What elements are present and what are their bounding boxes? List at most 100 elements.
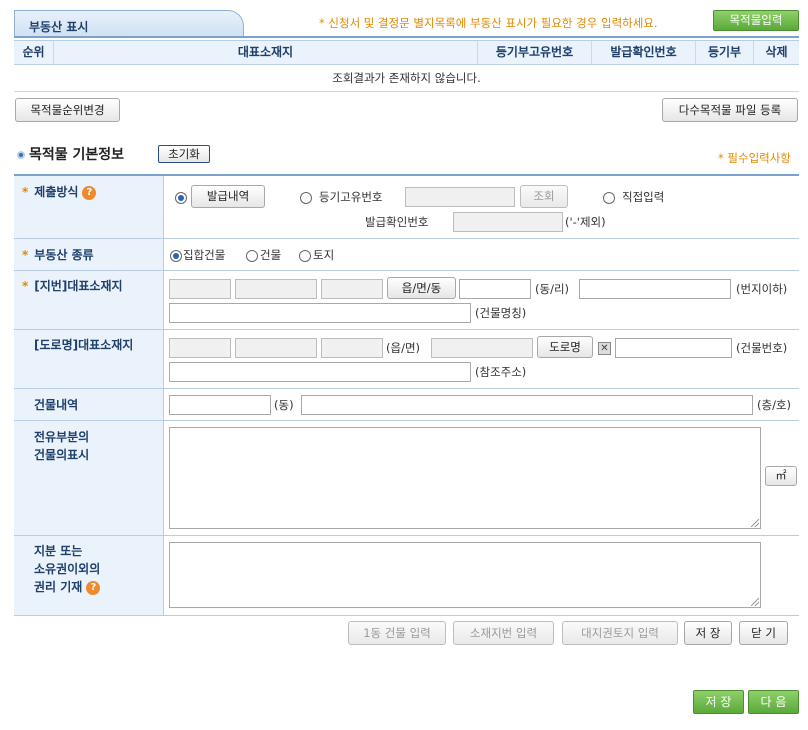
dong-ri-input[interactable] (459, 279, 531, 299)
required-note: * 필수입력사항 (718, 151, 791, 165)
issue-confirm-input[interactable] (453, 212, 563, 232)
eup-myeon-dong-button[interactable]: 읍/면/동 (387, 277, 456, 299)
label-cell: * 부동산 종류 (14, 239, 164, 270)
dong-ri-label: (동/리) (535, 282, 570, 296)
share-rights-label-line1: 지분 또는 (34, 544, 83, 558)
next-button[interactable]: 다 음 (748, 690, 799, 714)
radio-direct-input[interactable] (603, 192, 615, 204)
tab-bar: 부동산 표시 * 신청서 및 결정문 별지목록에 부동산 표시가 필요한 경우 … (14, 8, 799, 38)
issue-history-button[interactable]: 발급내역 (191, 185, 265, 208)
submit-method-label: 제출방식 (34, 185, 79, 199)
road-sido-input[interactable] (169, 338, 231, 358)
notice-text: * 신청서 및 결정문 별지목록에 부동산 표시가 필요한 경우 입력하세요. (319, 16, 658, 30)
row-lot-address: * [지번]대표소재지 읍/면/동 (동/리) (번지이하) (건물명칭) (14, 271, 799, 330)
lot-below-label: (번지이하) (736, 282, 788, 296)
multi-file-upload-button[interactable]: 다수목적물 파일 등록 (662, 98, 798, 122)
road-eup-input[interactable] (321, 338, 383, 358)
lot-number-input[interactable] (579, 279, 731, 299)
resize-grip-icon[interactable] (751, 519, 759, 527)
eup-input[interactable] (321, 279, 383, 299)
road-name-input[interactable] (431, 338, 533, 358)
order-change-button[interactable]: 목적물순위변경 (15, 98, 120, 122)
add-target-button[interactable]: 목적물입력 (713, 10, 799, 31)
target-form: * 제출방식? 발급내역 등기고유번호 조회 직접입력 발급확인번호 ('-'제외… (14, 174, 799, 616)
table-empty-row: 조회결과가 존재하지 않습니다. (14, 65, 799, 92)
building-name-input[interactable] (169, 303, 471, 323)
registry-no-label: 등기고유번호 (319, 190, 383, 204)
share-rights-label-line2: 소유권이외의 (34, 562, 101, 576)
share-rights-label-line3: 권리 기재 (34, 580, 83, 594)
sigungu-input[interactable] (235, 279, 317, 299)
col-delete: 삭제 (765, 45, 788, 59)
reference-address-label: (참조주소) (475, 365, 527, 379)
label-cell: 건물내역 (14, 389, 164, 420)
exclusive-part-label-line1: 전유부분의 (34, 430, 90, 444)
radio-building[interactable] (246, 250, 258, 262)
share-rights-textarea[interactable] (169, 542, 761, 608)
col-address: 대표소재지 (54, 41, 478, 64)
col-issue-no: 발급확인번호 (592, 41, 696, 64)
close-button[interactable]: 닫 기 (739, 621, 788, 645)
dong-input[interactable] (169, 395, 271, 415)
row-exclusive-part: 전유부분의 건물의표시 ㎡ (14, 421, 799, 536)
lot-address-label: [지번]대표소재지 (34, 279, 123, 293)
building-label: 건물 (260, 248, 282, 262)
floor-ho-label: (층/호) (757, 398, 792, 412)
label-cell: [도로명]대표소재지 (14, 330, 164, 388)
reset-button[interactable]: 초기화 (158, 145, 210, 163)
row-road-address: [도로명]대표소재지 (읍/면) 도로명 ✕ (건물번호) (참조주소) (14, 330, 799, 389)
exclusive-part-textarea[interactable] (169, 427, 761, 529)
building-number-input[interactable] (615, 338, 732, 358)
tab-underline (14, 36, 799, 38)
dong-label: (동) (274, 398, 294, 412)
help-icon[interactable]: ? (86, 580, 101, 595)
road-sigungu-input[interactable] (235, 338, 317, 358)
road-name-button[interactable]: 도로명 (537, 336, 593, 358)
radio-land[interactable] (299, 250, 311, 262)
eup-myeon-label: (읍/면) (386, 341, 421, 355)
issue-confirm-hint: ('-'제외) (565, 215, 606, 229)
building-detail-label: 건물내역 (34, 398, 79, 412)
tab-label: 부동산 표시 (29, 20, 89, 34)
row-property-type: * 부동산 종류 집합건물 건물 토지 (14, 239, 799, 271)
sido-input[interactable] (169, 279, 231, 299)
area-unit-button[interactable]: ㎡ (765, 466, 797, 486)
lookup-button[interactable]: 조회 (520, 185, 568, 208)
save-small-button[interactable]: 저 장 (684, 621, 732, 645)
col-registry: 등기부 (696, 41, 754, 64)
floor-ho-input[interactable] (301, 395, 753, 415)
land-label: 토지 (313, 248, 335, 262)
label-cell: 지분 또는 소유권이외의 권리 기재? (14, 536, 164, 615)
tab-property-display[interactable]: 부동산 표시 (14, 10, 244, 37)
label-cell: * 제출방식? (14, 176, 164, 238)
resize-grip-icon[interactable] (751, 598, 759, 606)
col-rank: 순위 (14, 41, 54, 64)
section-title-text: 목적물 기본정보 (29, 147, 125, 163)
lot-input-button[interactable]: 소재지번 입력 (453, 621, 554, 645)
land-right-button[interactable]: 대지권토지 입력 (562, 621, 678, 645)
row-building-detail: 건물내역 (동) (층/호) (14, 389, 799, 421)
help-icon[interactable]: ? (82, 185, 97, 200)
issue-confirm-label: 발급확인번호 (365, 215, 429, 229)
reference-address-input[interactable] (169, 362, 471, 382)
save-button[interactable]: 저 장 (693, 690, 744, 714)
section-title: 목적물 기본정보 (17, 144, 124, 164)
collective-building-label: 집합건물 (183, 248, 226, 262)
bullet-icon (17, 151, 25, 159)
label-cell: 전유부분의 건물의표시 (14, 421, 164, 535)
radio-collective-building[interactable] (170, 250, 182, 262)
registry-no-input[interactable] (405, 187, 515, 207)
road-address-label: [도로명]대표소재지 (34, 338, 134, 352)
clear-icon[interactable]: ✕ (598, 342, 611, 355)
exclusive-part-label-line2: 건물의표시 (34, 448, 90, 462)
table-header: 순위 대표소재지 등기부고유번호 발급확인번호 등기부 삭제 (14, 40, 799, 65)
col-registry-no: 등기부고유번호 (478, 41, 592, 64)
radio-registry-no[interactable] (300, 192, 312, 204)
label-cell: * [지번]대표소재지 (14, 271, 164, 329)
row-share-rights: 지분 또는 소유권이외의 권리 기재? (14, 536, 799, 616)
one-building-button[interactable]: 1동 건물 입력 (348, 621, 446, 645)
radio-issue-history[interactable] (175, 192, 187, 204)
building-number-label: (건물번호) (736, 341, 788, 355)
building-name-label: (건물명칭) (475, 306, 527, 320)
property-type-label: 부동산 종류 (34, 248, 94, 262)
